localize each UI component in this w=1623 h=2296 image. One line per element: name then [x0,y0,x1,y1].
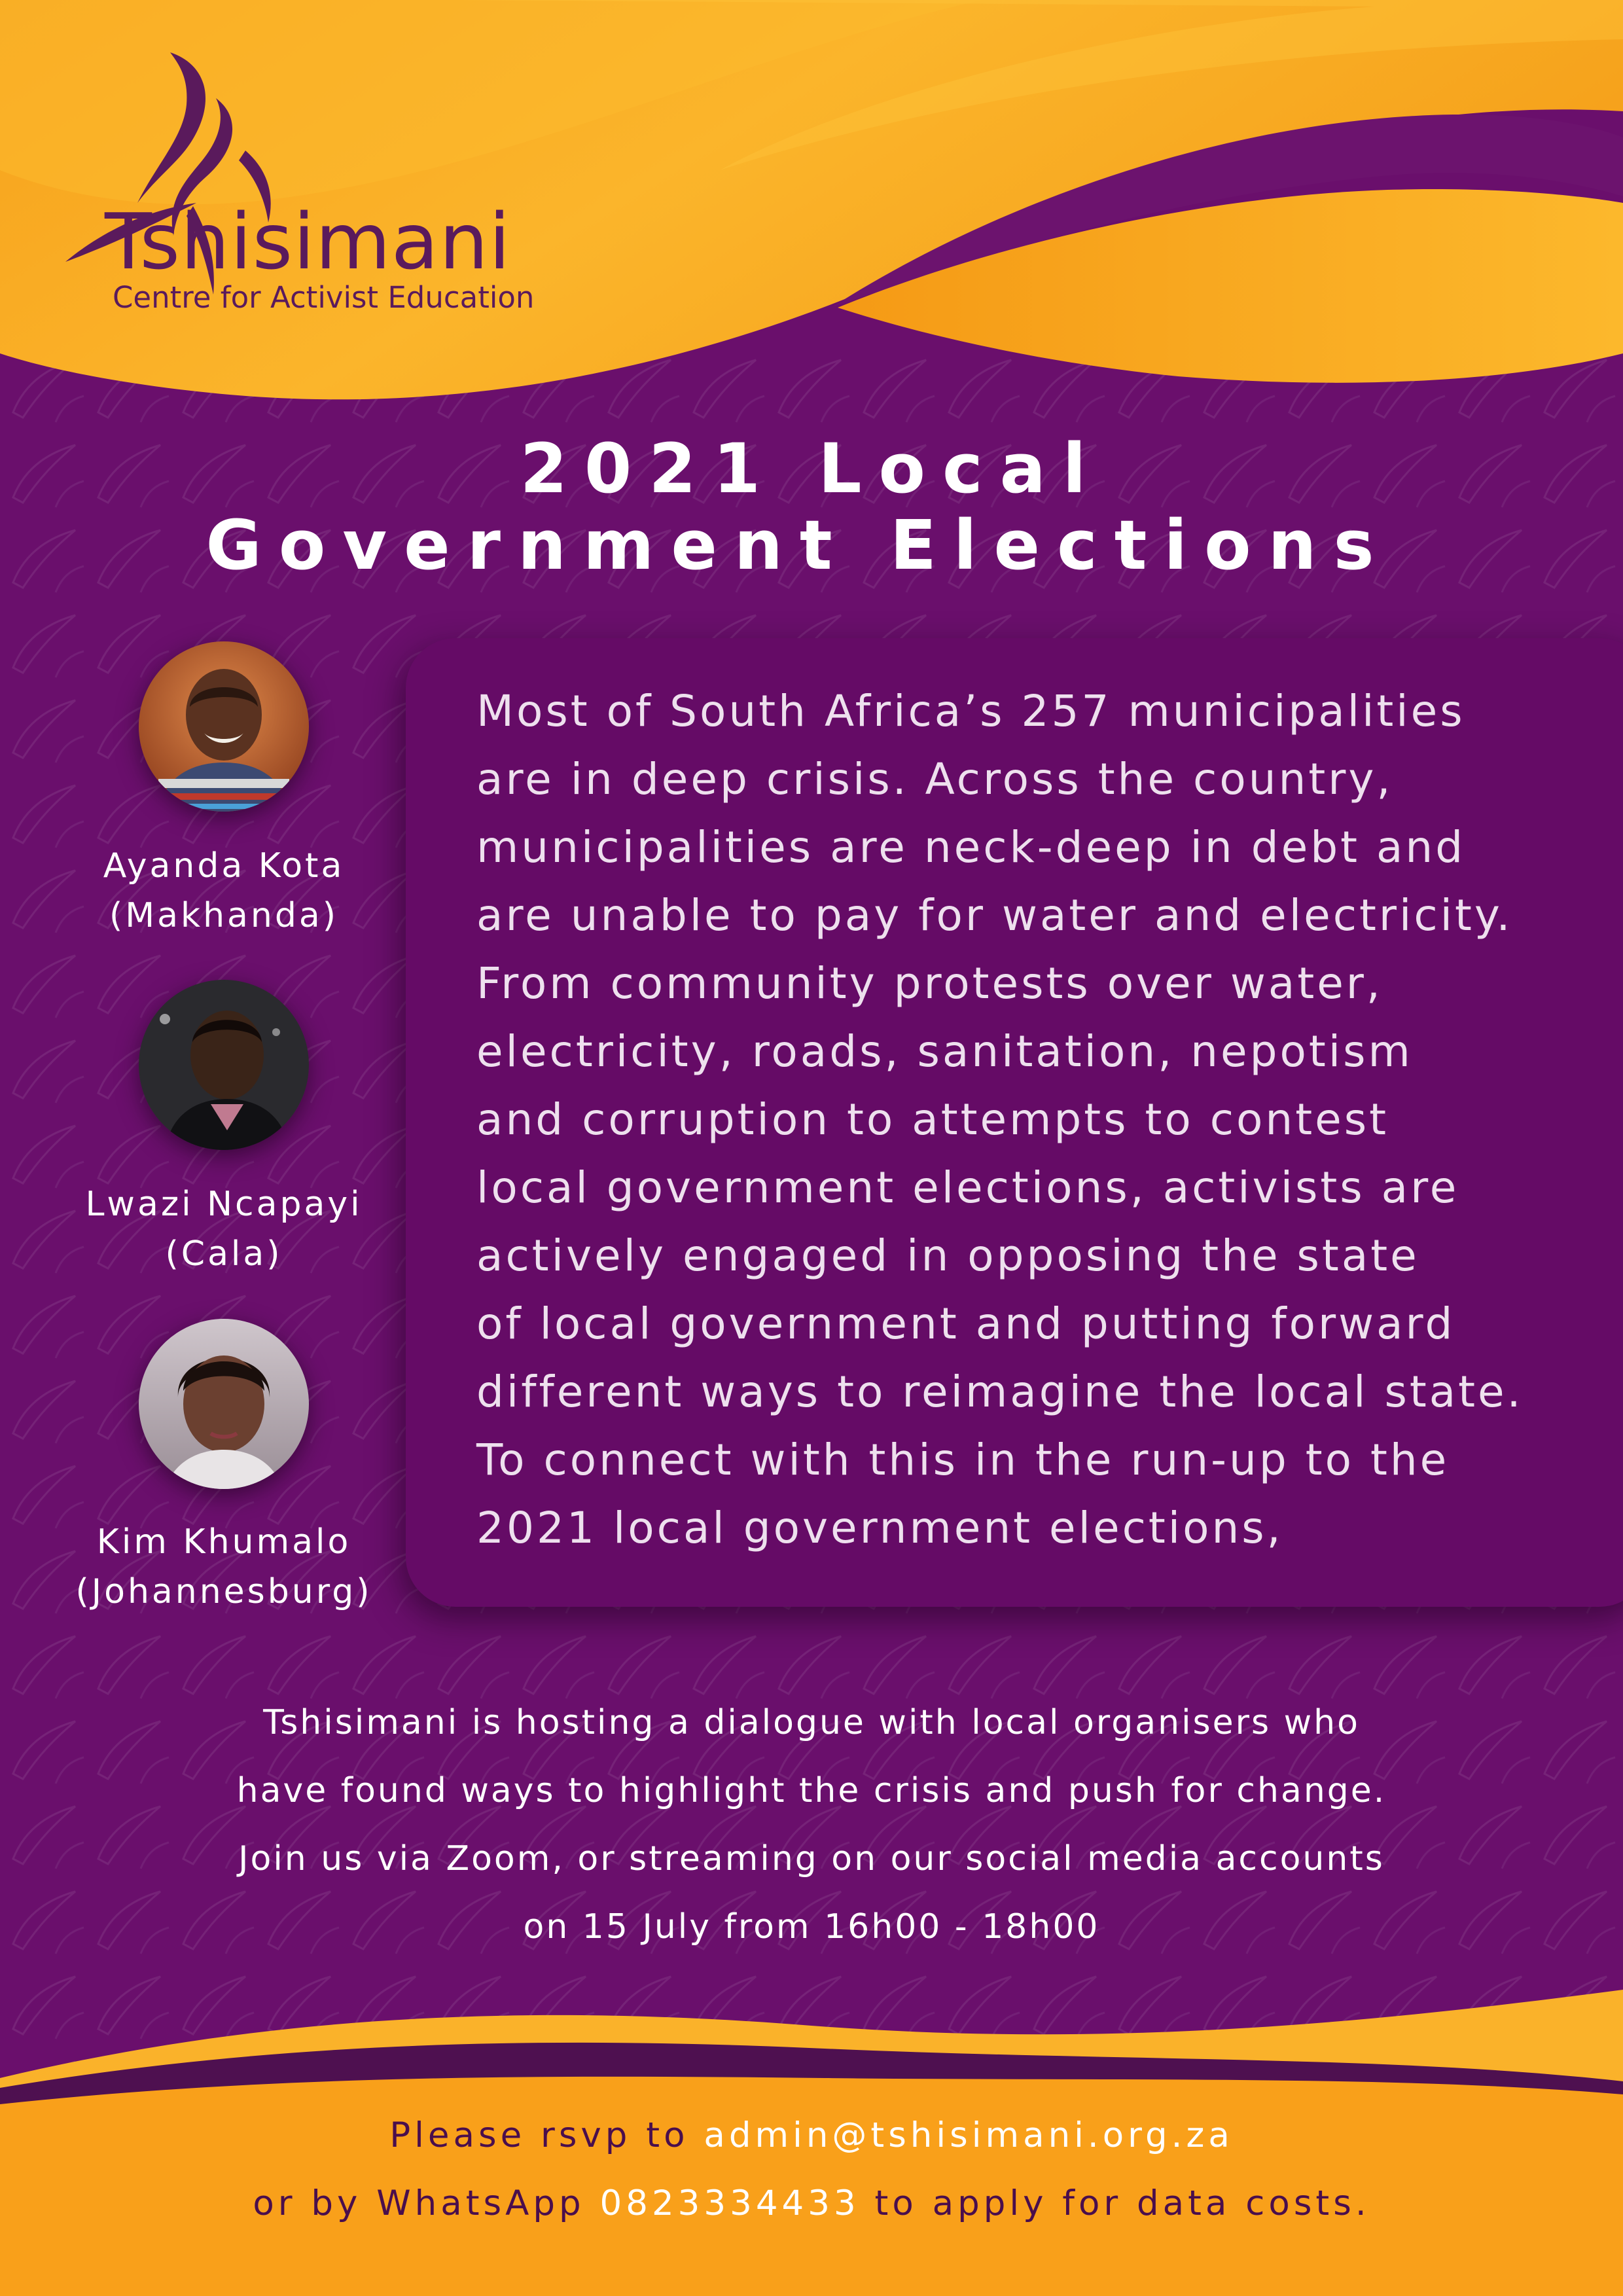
speaker-location: (Johannesburg) [75,1572,372,1611]
logo-wordmark: Tshisimani [105,196,511,287]
description-line: different ways to reimagine the local st… [476,1367,1524,1417]
rsvp-email-line: Please rsvp to admin@tshisimani.org.za [0,2115,1623,2155]
description-line: actively engaged in opposing the state [476,1230,1419,1281]
description-line: local government elections, activists ar… [476,1162,1459,1213]
description-line: 2021 local government elections, [476,1503,1283,1553]
description-line: electricity, roads, sanitation, nepotism [476,1026,1413,1077]
rsvp-phone-number[interactable]: 0823334433 [600,2183,860,2223]
speaker-name-kim-khumalo: Kim Khumalo (Johannesburg) [27,1517,420,1617]
speaker-photo-ayanda-kota [139,641,309,812]
rsvp-whatsapp-suffix: to apply for data costs. [859,2183,1370,2223]
speaker-name: Kim Khumalo [96,1522,351,1562]
event-details-line: Join us via Zoom, or streaming on our so… [238,1839,1385,1878]
event-details-line: on 15 July from 16h00 - 18h00 [523,1907,1100,1946]
event-details-line: have found ways to highlight the crisis … [236,1771,1387,1810]
logo-tagline: Centre for Activist Education [113,280,535,315]
description-line: Most of South Africa’s 257 municipalitie… [476,686,1465,736]
description-line: From community protests over water, [476,958,1383,1009]
poster: Tshisimani Centre for Activist Education… [0,0,1623,2296]
page-title-line1: 2021 Local [520,429,1103,509]
rsvp-whatsapp-prefix: or by WhatsApp [253,2183,600,2223]
description-line: To connect with this in the run-up to th… [476,1435,1450,1485]
speaker-name: Ayanda Kota [103,846,345,886]
description-line: of local government and putting forward [476,1299,1455,1349]
speaker-name-ayanda-kota: Ayanda Kota (Makhanda) [27,841,420,941]
description-line: municipalities are neck-deep in debt and [476,822,1466,872]
speaker-name: Lwazi Ncapayi [85,1185,363,1224]
event-details-line: Tshisimani is hosting a dialogue with lo… [263,1703,1360,1742]
rsvp-prefix: Please rsvp to [389,2115,704,2155]
speaker-location: (Makhanda) [109,896,339,935]
description-line: and corruption to attempts to contest [476,1094,1389,1145]
event-details: Tshisimani is hosting a dialogue with lo… [92,1689,1531,1961]
rsvp-whatsapp-line: or by WhatsApp 0823334433 to apply for d… [0,2183,1623,2223]
rsvp-email-link[interactable]: admin@tshisimani.org.za [704,2115,1233,2155]
description-line: are in deep crisis. Across the country, [476,754,1393,804]
speaker-name-lwazi-ncapayi: Lwazi Ncapayi (Cala) [27,1179,420,1279]
speaker-location: (Cala) [165,1234,283,1274]
speaker-photo-lwazi-ncapayi [139,980,309,1150]
page-title-line2: Government Elections [205,505,1391,585]
description-text: Most of South Africa’s 257 municipalitie… [476,677,1609,1562]
description-line: are unable to pay for water and electric… [476,890,1513,941]
speaker-photo-kim-khumalo [139,1319,309,1489]
